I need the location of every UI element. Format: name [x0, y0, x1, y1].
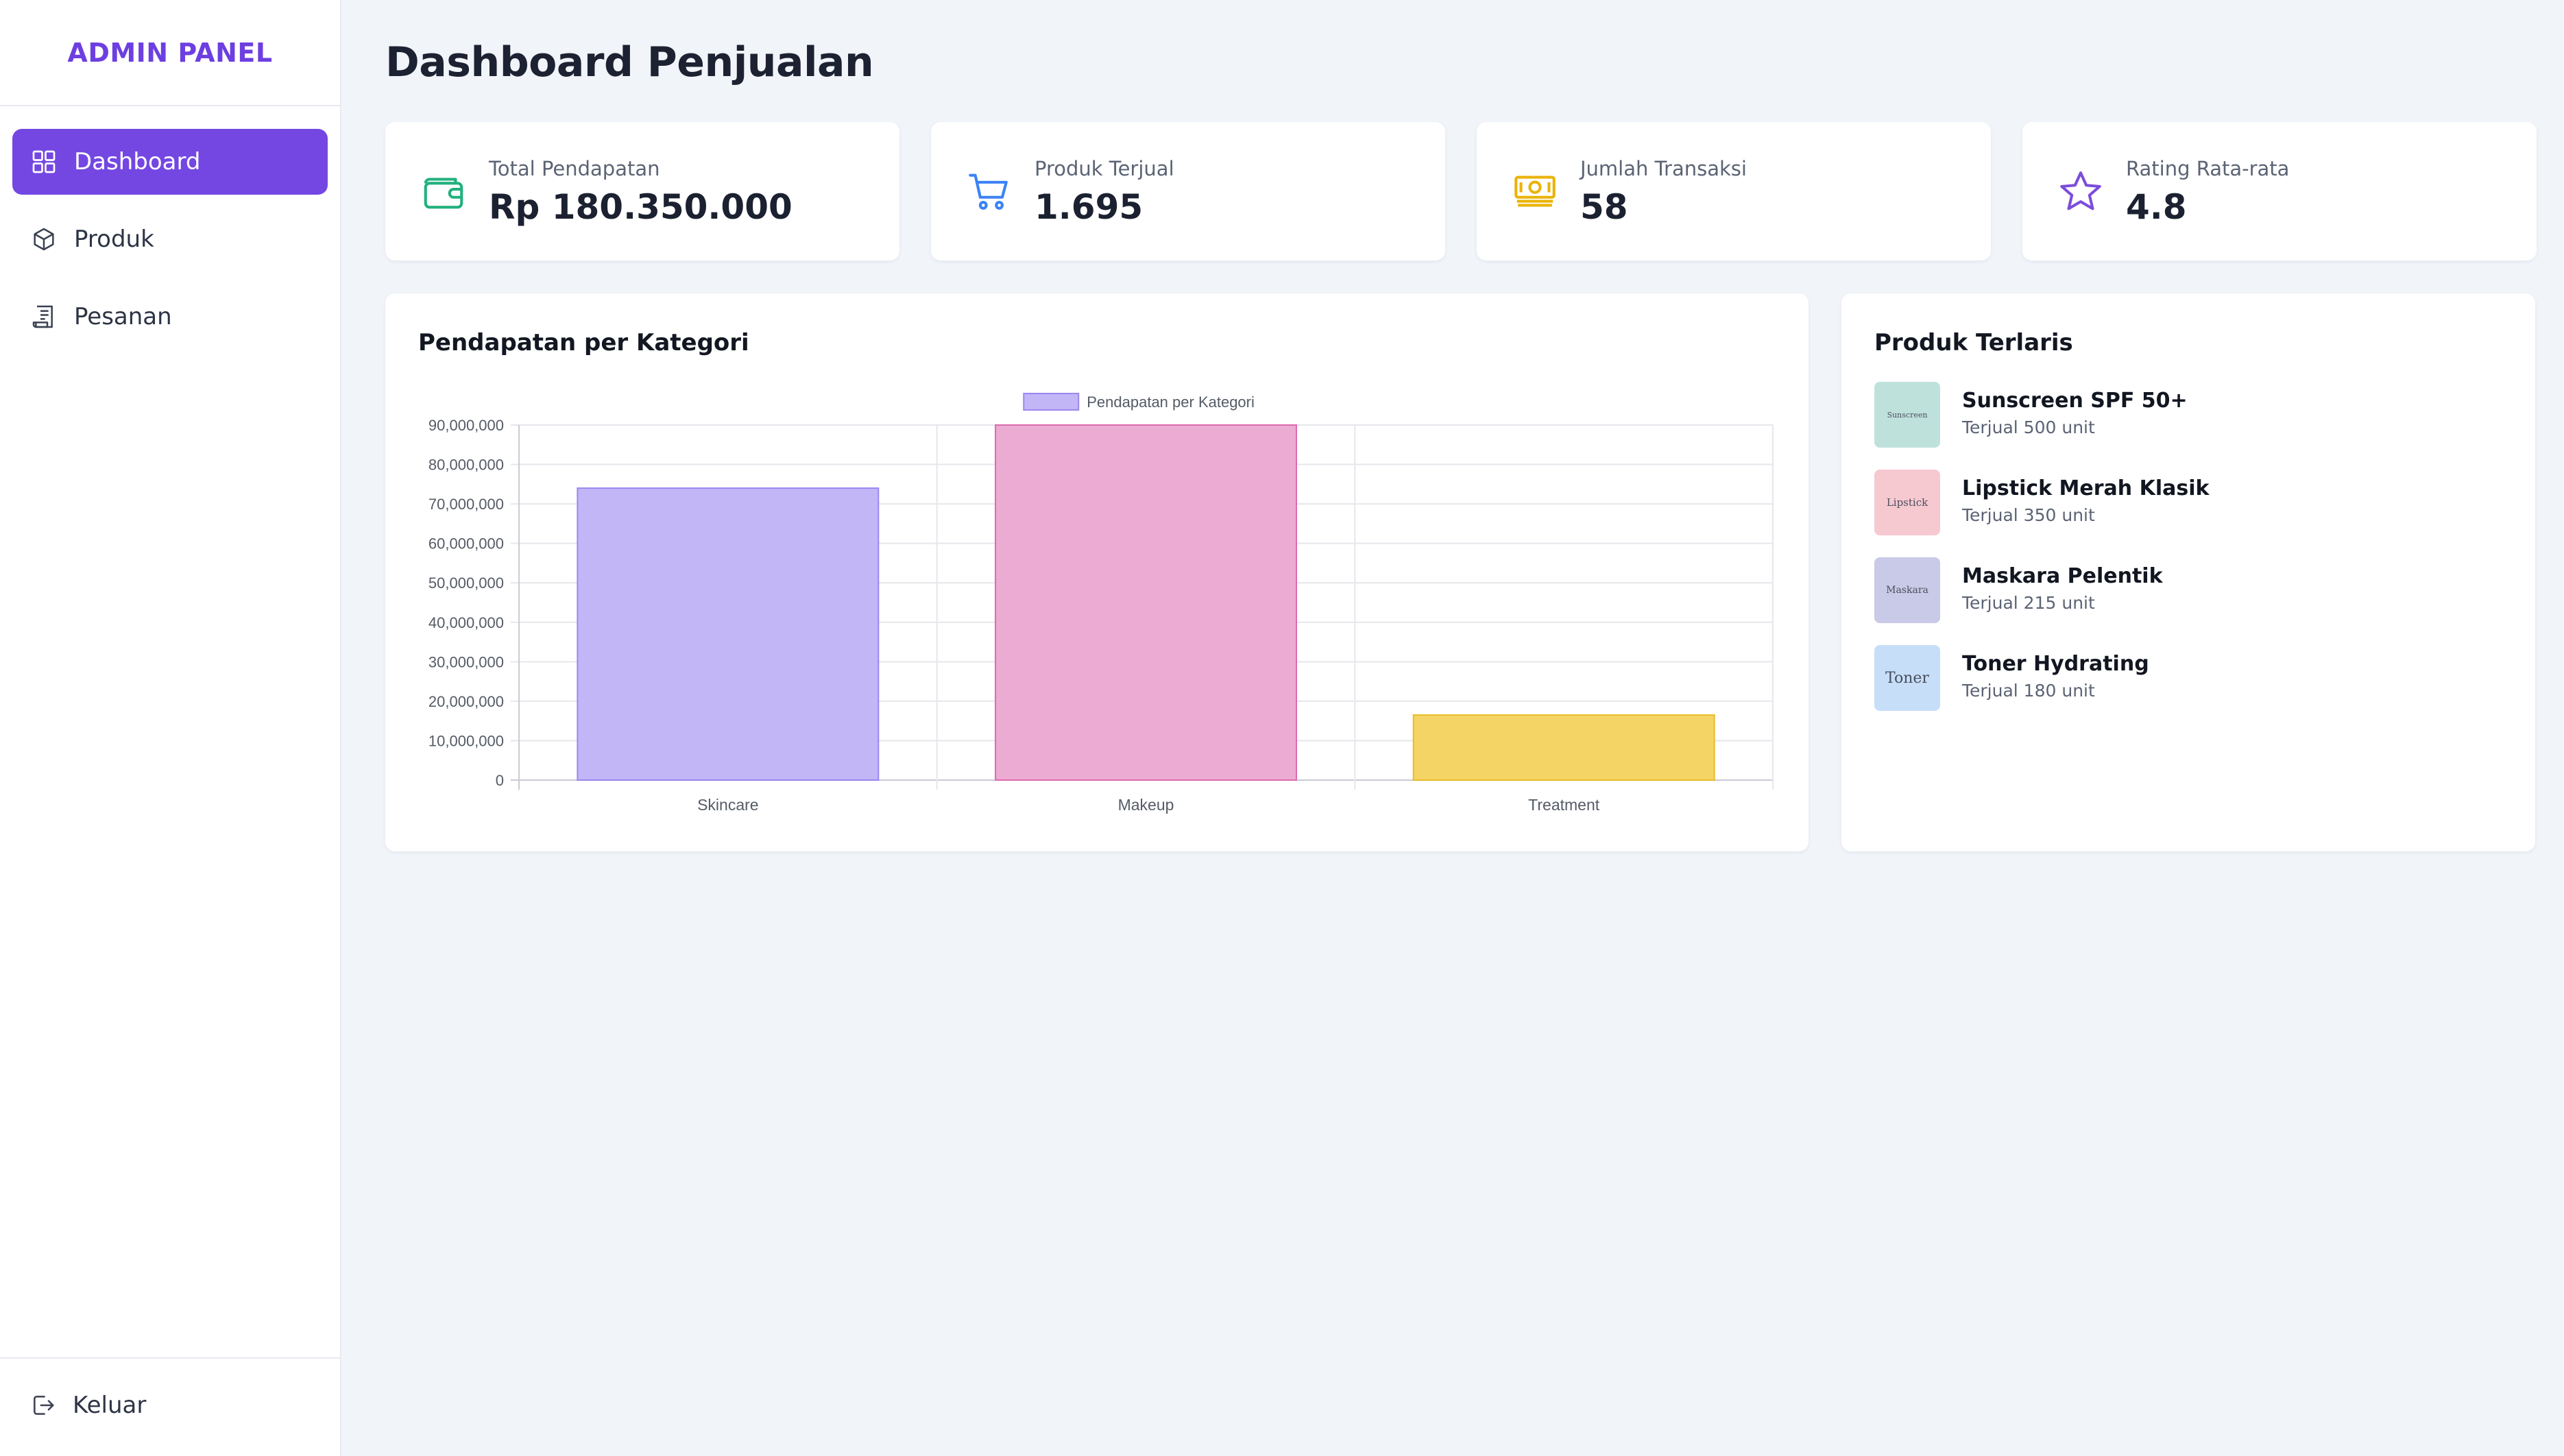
y-tick-label: 20,000,000 [428, 693, 504, 710]
y-tick-label: 40,000,000 [428, 614, 504, 631]
x-tick-label: Skincare [697, 796, 758, 814]
stat-label: Jumlah Transaksi [1580, 157, 1747, 180]
sidebar-item-dashboard[interactable]: Dashboard [12, 129, 328, 195]
grid-icon [30, 148, 58, 175]
brand-logo: ADMIN PANEL [0, 0, 340, 106]
x-tick-label: Treatment [1528, 796, 1600, 814]
y-tick-label: 0 [496, 772, 504, 789]
product-sold: Terjual 350 unit [1962, 505, 2095, 525]
logout-icon [30, 1392, 56, 1418]
cart-icon [965, 167, 1013, 215]
bestsellers-panel: Produk Terlaris Sunscreen Sunscreen SPF … [1841, 293, 2535, 851]
product-thumbnail: Toner [1874, 645, 1940, 711]
money-icon [1511, 167, 1559, 215]
y-tick-label: 10,000,000 [428, 732, 504, 749]
product-sold: Terjual 215 unit [1962, 593, 2095, 613]
sidebar-item-label: Dashboard [74, 148, 201, 175]
list-item[interactable]: Toner Toner Hydrating Terjual 180 unit [1874, 645, 2423, 711]
list-item[interactable]: Lipstick Lipstick Merah Klasik Terjual 3… [1874, 470, 2423, 535]
product-name: Maskara Pelentik [1962, 564, 2163, 588]
y-tick-label: 30,000,000 [428, 653, 504, 670]
list-item[interactable]: Maskara Maskara Pelentik Terjual 215 uni… [1874, 557, 2423, 623]
product-name: Sunscreen SPF 50+ [1962, 389, 2188, 413]
stat-label: Produk Terjual [1035, 157, 1174, 180]
sidebar-footer: Keluar [0, 1357, 340, 1456]
page-title: Dashboard Penjualan [385, 38, 874, 86]
bar-skincare [577, 487, 880, 781]
y-tick-label: 60,000,000 [428, 535, 504, 553]
sidebar-item-label: Produk [74, 226, 154, 253]
stat-value: 58 [1580, 187, 1628, 227]
stat-label: Total Pendapatan [489, 157, 660, 180]
chart-panel: Pendapatan per Kategori 0 10,000,000 20,00… [385, 293, 1809, 851]
y-tick-label: 50,000,000 [428, 574, 504, 592]
sidebar: ADMIN PANEL Dashboard Produk Pesanan Kel… [0, 0, 341, 1456]
product-thumbnail: Lipstick [1874, 470, 1940, 535]
product-sold: Terjual 500 unit [1962, 417, 2095, 437]
product-name: Toner Hydrating [1962, 652, 2149, 676]
bar-makeup [995, 424, 1297, 781]
x-tick-label: Makeup [1118, 796, 1174, 814]
star-icon [2057, 167, 2105, 215]
stat-value: 4.8 [2126, 187, 2187, 227]
sidebar-item-produk[interactable]: Produk [12, 206, 328, 272]
sidebar-nav: Dashboard Produk Pesanan [0, 106, 340, 350]
product-thumbnail: Sunscreen [1874, 382, 1940, 448]
sidebar-item-label: Pesanan [74, 303, 172, 330]
y-tick-label: 70,000,000 [428, 496, 504, 513]
logout-button[interactable]: Keluar [30, 1392, 146, 1419]
product-name: Lipstick Merah Klasik [1962, 476, 2210, 500]
product-thumbnail: Maskara [1874, 557, 1940, 623]
y-tick-label: 80,000,000 [428, 457, 504, 474]
y-tick-label: 90,000,000 [428, 417, 504, 434]
list-item[interactable]: Sunscreen Sunscreen SPF 50+ Terjual 500 … [1874, 382, 2423, 448]
wallet-icon [420, 167, 468, 215]
revenue-chart: 0 10,000,000 20,000,000 30,000,000 40,000,00… [428, 393, 1774, 814]
stat-card-products-sold: Produk Terjual 1.695 [931, 122, 1445, 260]
bar-treatment [1412, 714, 1715, 781]
box-icon [30, 226, 58, 253]
product-sold: Terjual 180 unit [1962, 681, 2095, 701]
sidebar-item-pesanan[interactable]: Pesanan [12, 284, 328, 350]
stat-value: 1.695 [1035, 187, 1144, 227]
stat-card-revenue: Total Pendapatan Rp 180.350.000 [385, 122, 899, 260]
bestsellers-title: Produk Terlaris [1874, 329, 2073, 356]
logout-label: Keluar [73, 1392, 147, 1419]
receipt-icon [30, 303, 58, 330]
stat-label: Rating Rata-rata [2126, 157, 2290, 180]
stat-card-transactions: Jumlah Transaksi 58 [1477, 122, 1991, 260]
stat-card-rating: Rating Rata-rata 4.8 [2022, 122, 2537, 260]
legend-label: Pendapatan per Kategori [1087, 393, 1255, 411]
stat-value: Rp 180.350.000 [489, 187, 793, 227]
legend-swatch [1023, 393, 1080, 411]
